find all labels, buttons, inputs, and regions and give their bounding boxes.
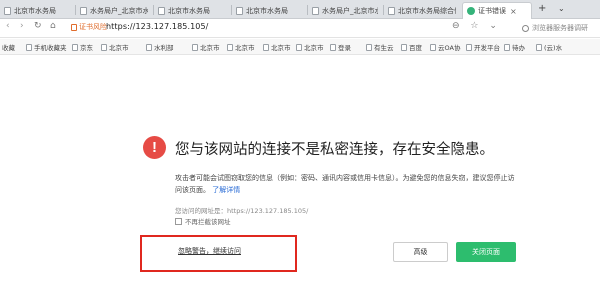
visited-url-text: 您访问的网址是：https://123.127.185.105/: [175, 207, 309, 215]
page-icon: [101, 43, 107, 51]
chevron-down-icon[interactable]: ⌄: [558, 4, 565, 13]
advanced-button[interactable]: 高级: [393, 242, 448, 262]
warning-icon: !: [143, 136, 166, 159]
bookmark-item[interactable]: 百度: [401, 42, 422, 52]
lock-icon: [71, 23, 77, 31]
page-icon: [146, 43, 152, 51]
close-page-button[interactable]: 关闭页面: [456, 242, 516, 262]
page-icon: [466, 43, 472, 51]
page-icon: [236, 6, 243, 15]
page-icon: [536, 43, 542, 51]
zoom-icon[interactable]: ⊖: [452, 21, 460, 31]
error-description: 攻击者可能会试图窃取您的信息（例如：密码、通讯内容或信用卡信息）。为避免您的信息…: [175, 174, 515, 194]
page-icon: [158, 6, 165, 15]
shield-icon: [467, 7, 475, 15]
tab-beijing-water-3[interactable]: 北京市水务局: [232, 2, 306, 19]
learn-more-link[interactable]: 了解详情: [212, 186, 240, 194]
address-actions: ⊖ ☆ ⌄: [452, 21, 497, 31]
bookmark-item[interactable]: 收藏: [2, 42, 15, 52]
bookmark-item[interactable]: 水利部: [146, 42, 174, 52]
cloud-icon: [366, 43, 372, 51]
close-icon[interactable]: ×: [510, 7, 517, 16]
page-icon: [72, 43, 78, 51]
search-input[interactable]: 浏览器服务器调研: [520, 21, 600, 35]
bookmarks-bar: 收藏 手机收藏夹 京东 北京市 水利部 北京市 北京市 北京市 北京市 登录 有…: [0, 39, 600, 55]
bookmark-item[interactable]: 手机收藏夹: [26, 42, 67, 52]
tab-water-user-2[interactable]: 水务局户_北京市水务局: [308, 2, 382, 19]
page-icon: [227, 43, 233, 51]
bookmark-item[interactable]: 待办: [504, 42, 525, 52]
bookmark-item[interactable]: 北京市: [296, 42, 324, 52]
no-warn-option[interactable]: 不再拦截该网址: [175, 216, 231, 226]
baidu-icon: [401, 43, 407, 51]
tab-beijing-water-2[interactable]: 北京市水务局: [154, 2, 230, 19]
page-icon: [504, 43, 510, 51]
page-icon: [80, 6, 87, 15]
new-tab-button[interactable]: +: [538, 3, 546, 14]
bookmark-item[interactable]: 开发平台: [466, 42, 500, 52]
certificate-risk-badge[interactable]: 证书风险: [71, 22, 107, 32]
page-icon: [312, 6, 319, 15]
search-icon: [522, 24, 529, 32]
forward-icon[interactable]: ›: [20, 21, 24, 31]
dropdown-icon[interactable]: ⌄: [489, 21, 497, 31]
page-icon: [263, 43, 269, 51]
folder-icon: [26, 43, 32, 51]
page-title: 您与该网站的连接不是私密连接，存在安全隐患。: [175, 142, 494, 158]
page-icon: [296, 43, 302, 51]
bookmark-item[interactable]: 北京市: [227, 42, 255, 52]
tab-cert-error[interactable]: 证书错误 ×: [462, 2, 532, 19]
bookmark-item[interactable]: 云OA协: [430, 42, 460, 52]
address-bar: ‹ › ↻ ⌂ 证书风险 https://123.127.185.105/ ⊖ …: [0, 19, 600, 38]
bookmark-item[interactable]: (云)水: [536, 42, 562, 52]
home-icon[interactable]: ⌂: [50, 21, 56, 31]
back-icon[interactable]: ‹: [6, 21, 10, 31]
page-icon: [430, 43, 436, 51]
bookmark-item[interactable]: 京东: [72, 42, 93, 52]
bookmark-item[interactable]: 有生云: [366, 42, 394, 52]
tab-beijing-water-1[interactable]: 北京市水务局: [0, 2, 74, 19]
tab-beijing-water-info[interactable]: 北京市水务局综合信息: [384, 2, 460, 19]
star-icon[interactable]: ☆: [470, 21, 478, 31]
tab-water-user-1[interactable]: 水务局户_北京市水务...: [76, 2, 152, 19]
url-field[interactable]: https://123.127.185.105/: [106, 22, 208, 31]
bookmark-item[interactable]: 登录: [330, 42, 351, 52]
bookmark-item[interactable]: 北京市: [192, 42, 220, 52]
page-icon: [388, 6, 395, 15]
bookmark-item[interactable]: 北京市: [101, 42, 129, 52]
login-icon: [330, 43, 336, 51]
bookmark-item[interactable]: 北京市: [263, 42, 291, 52]
page-icon: [192, 43, 198, 51]
tab-bar: 北京市水务局 水务局户_北京市水务... 北京市水务局 北京市水务局 水务局户_…: [0, 0, 600, 19]
page-icon: [4, 6, 11, 15]
ignore-warning-link[interactable]: 忽略警告，继续访问: [178, 246, 241, 256]
no-warn-checkbox[interactable]: [175, 217, 182, 225]
refresh-icon[interactable]: ↻: [34, 21, 42, 31]
